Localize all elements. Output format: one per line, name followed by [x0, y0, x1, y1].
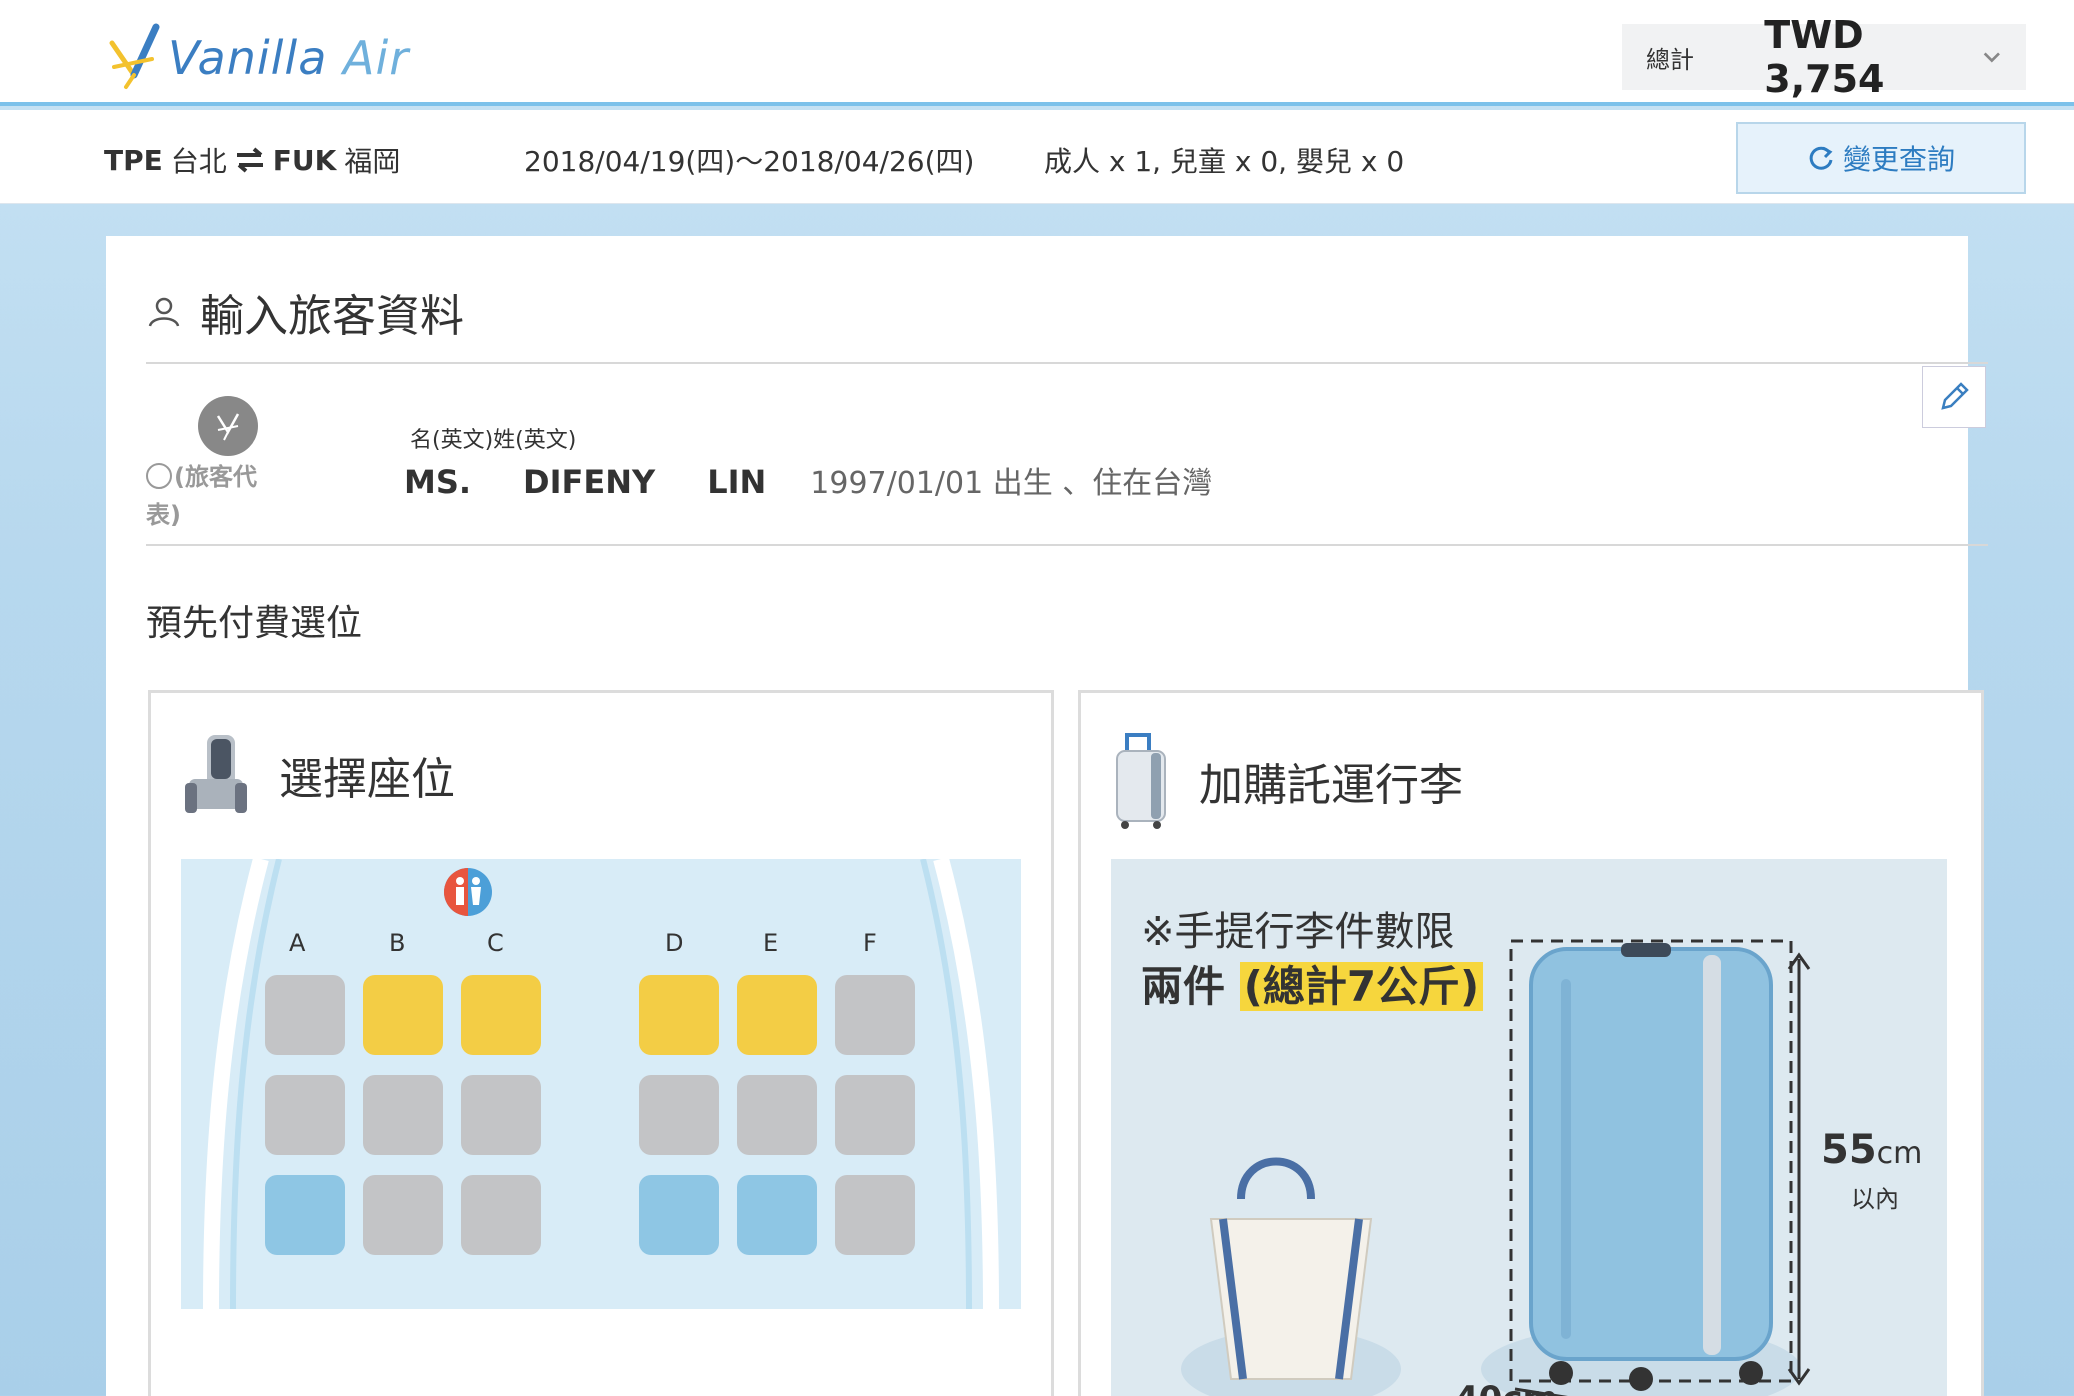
divider: [146, 544, 1988, 546]
seat-icon: [185, 735, 247, 813]
change-search-button[interactable]: 變更查詢: [1736, 122, 2026, 194]
seat-column-b: B: [389, 929, 406, 957]
baggage-card[interactable]: 加購託運行李 ※手提行李件數限 兩件 (總計7公斤) 55cm 以內: [1078, 690, 1984, 1396]
seat: [835, 1175, 915, 1255]
seat-card-title: 選擇座位: [279, 754, 455, 805]
seat: [639, 1075, 719, 1155]
seat: [639, 975, 719, 1055]
seat: [363, 1175, 443, 1255]
baggage-card-header: 加購託運行李: [1111, 731, 1463, 831]
refresh-icon: [1809, 146, 1833, 170]
seat: [639, 1175, 719, 1255]
seat: [363, 1075, 443, 1155]
seat-card-header: 選擇座位: [181, 731, 455, 819]
origin-code: TPE: [104, 143, 163, 177]
check-circle-icon: [146, 463, 172, 489]
bag-height-label: 55cm: [1821, 1127, 1922, 1173]
change-search-label: 變更查詢: [1842, 143, 1955, 176]
logo-star-icon: [216, 413, 240, 441]
user-icon: [148, 297, 180, 327]
bag-height-unit: cm: [1876, 1136, 1923, 1171]
seat: [461, 1075, 541, 1155]
dest-code: FUK: [272, 143, 337, 177]
edit-passenger-button[interactable]: [1922, 366, 1986, 428]
passenger-last-name: LIN: [707, 463, 767, 501]
route-summary: TPE 台北 FUK 福岡: [104, 140, 400, 180]
name-field-label: 名(英文)姓(英文): [410, 428, 577, 453]
luggage-icon: [1116, 733, 1166, 829]
seat-column-f: F: [863, 929, 877, 957]
pencil-icon: [1941, 382, 1969, 410]
passenger-title: MS.: [404, 463, 472, 501]
seat-column-d: D: [665, 929, 684, 957]
bag-height-value: 55: [1821, 1127, 1877, 1173]
seat-column-e: E: [763, 929, 779, 957]
total-value: TWD 3,754: [1764, 13, 1885, 101]
seat-column-c: C: [487, 929, 504, 957]
passenger-name-row: MS. DIFENY LIN 1997/01/01 出生 、住在台灣: [404, 458, 1212, 502]
seat: [835, 1075, 915, 1155]
logo-text: Vanilla Air: [168, 31, 409, 85]
travel-dates: 2018/04/19(四)～2018/04/26(四): [524, 145, 975, 178]
passenger-first-name: DIFENY: [523, 463, 656, 501]
seat: [265, 1175, 345, 1255]
search-summary-bar: TPE 台北 FUK 福岡 2018/04/19(四)～2018/04/26(四…: [0, 110, 2074, 204]
restroom-icon: [444, 868, 492, 916]
divider: [146, 362, 1988, 364]
passenger-info: 1997/01/01 出生 、住在台灣: [810, 466, 1213, 501]
seat: [461, 975, 541, 1055]
total-price-dropdown[interactable]: 總計 TWD 3,754: [1622, 13, 2026, 101]
vanilla-air-logo[interactable]: Vanilla Air: [104, 18, 409, 98]
seat: [265, 1075, 345, 1155]
logo-sub-text: Air: [343, 31, 410, 85]
seat: [461, 1175, 541, 1255]
seat: [737, 975, 817, 1055]
logo-star-icon: [109, 23, 160, 89]
total-label: 總計: [1646, 45, 1694, 74]
baggage-allowance-illustration: ※手提行李件數限 兩件 (總計7公斤) 55cm 以內: [1111, 859, 1947, 1396]
top-bar: Vanilla Air 總計 TWD 3,754: [0, 0, 2074, 106]
seat: [265, 975, 345, 1055]
passenger-section-title: 輸入旅客資料: [200, 291, 464, 342]
seat: [737, 1175, 817, 1255]
bag-height-note: 以內: [1851, 1185, 1899, 1213]
seat-selection-card[interactable]: 選擇座位 A B C D E F: [148, 690, 1054, 1396]
main-panel: 輸入旅客資料 (旅客代表) 名(英文)姓(英文) MS. DIFENY LIN …: [106, 236, 1988, 1396]
logo-main-text: Vanilla: [168, 31, 328, 85]
bag-width-label: 40cm: [1455, 1379, 1558, 1396]
dest-city: 福岡: [344, 145, 401, 178]
passenger-avatar: [198, 396, 258, 456]
passenger-section-header: 輸入旅客資料: [146, 280, 464, 344]
swap-arrows-icon: [236, 147, 263, 173]
seat-map-illustration: A B C D E F: [181, 859, 1021, 1309]
representative-label: (旅客代表): [146, 458, 286, 534]
passenger-count: 成人 x 1, 兒童 x 0, 嬰兒 x 0: [1044, 145, 1405, 178]
prepaid-section-title: 預先付費選位: [146, 603, 363, 644]
origin-city: 台北: [170, 145, 227, 178]
seat-column-a: A: [289, 929, 306, 957]
baggage-card-title: 加購託運行李: [1199, 760, 1463, 811]
seat: [363, 975, 443, 1055]
chevron-down-icon: [1984, 52, 2001, 63]
seat: [835, 975, 915, 1055]
seat: [737, 1075, 817, 1155]
